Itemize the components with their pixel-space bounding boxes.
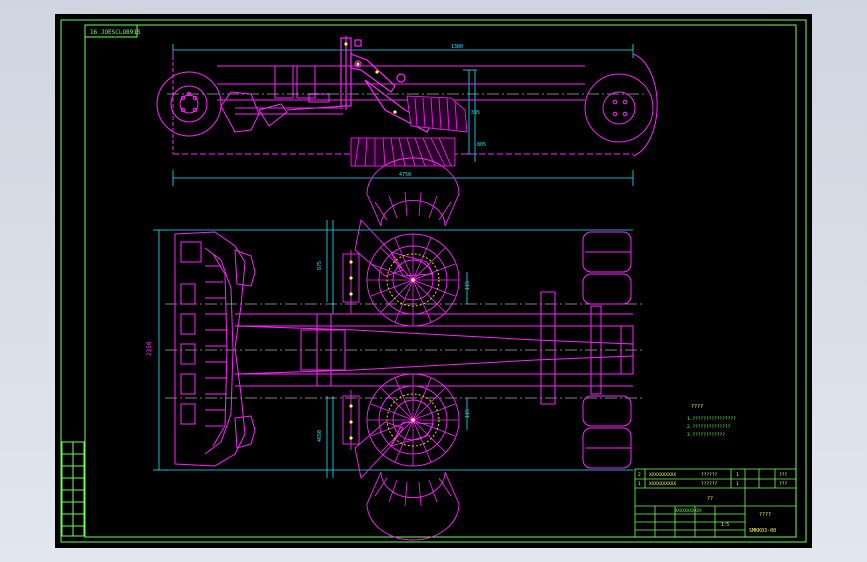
- front-cab-block: [174, 231, 256, 467]
- tech-req-line-3: 3.????????????: [687, 432, 725, 438]
- part-row-2-no: 2: [638, 472, 641, 478]
- part-row-2-note: ???: [779, 472, 787, 478]
- part-row-2-name: ??????: [701, 472, 718, 478]
- technical-requirements: ???? 1.???????????????? 2.??????????????…: [687, 404, 736, 438]
- tech-req-line-1: 1.????????????????: [687, 416, 736, 422]
- dim-plan-left-b: 4650: [317, 430, 323, 442]
- part-row-1-qty: 1: [736, 481, 739, 487]
- dim-plan-right-a: 115: [465, 281, 471, 290]
- dim-plan-left-a: 875: [317, 261, 323, 270]
- tech-req-heading: ????: [691, 404, 703, 410]
- part-row-1-no: 1: [638, 481, 641, 487]
- plan-brush-lower: [342, 373, 460, 541]
- sheet-code: SMKK03-00: [749, 528, 776, 534]
- plan-view: 2350 875 4650 115 115: [146, 157, 645, 541]
- part-row-1-name: ??????: [701, 481, 718, 487]
- side-elevation-view: 1380 4750 395 805: [156, 36, 658, 186]
- tech-req-line-2: 2.??????????????: [687, 424, 731, 430]
- dim-plan-height: 2350: [146, 341, 153, 356]
- cad-viewport[interactable]: 16 JOESCLOB915 1380 4750 395 805 2350 87…: [0, 0, 867, 562]
- title-block: 2 XXXXXXXXXX ?????? 1 ??? 1 XXXXXXXXXX ?…: [634, 468, 797, 538]
- company-name: ??: [707, 496, 713, 502]
- plan-brush-upper: [342, 157, 460, 327]
- side-brush-lower: [350, 137, 456, 167]
- revision-strip: [61, 441, 85, 537]
- dim-top-right-h2: 805: [477, 142, 486, 148]
- drawing-code-box: 16 JOESCLOB915: [84, 24, 141, 38]
- dim-top-right-h1: 395: [471, 110, 480, 116]
- part-row-2-qty: 1: [736, 472, 739, 478]
- part-row-1-code: XXXXXXXXXX: [649, 481, 676, 487]
- drawing-sheet[interactable]: 16 JOESCLOB915 1380 4750 395 805 2350 87…: [55, 14, 812, 548]
- drawing-canvas: 16 JOESCLOB915 1380 4750 395 805 2350 87…: [60, 19, 807, 543]
- drawing-name: ????: [759, 512, 771, 518]
- drawing-code: 16 JOESCLOB915: [90, 29, 141, 36]
- scale-value: 1:5: [721, 522, 729, 528]
- part-row-1-note: ???: [779, 481, 787, 487]
- dim-top-total: 4750: [399, 172, 411, 178]
- dim-plan-right-b: 115: [465, 409, 471, 418]
- title-ref-label: XXXXXXXXXXX: [675, 508, 702, 513]
- part-row-2-code: XXXXXXXXXX: [649, 472, 676, 478]
- dim-top-overall: 1380: [451, 44, 463, 50]
- side-brush-upper: [406, 95, 468, 133]
